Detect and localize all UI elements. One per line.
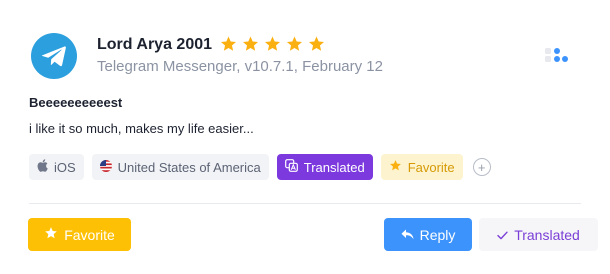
- favorite-tag-label: Favorite: [407, 159, 455, 175]
- check-icon: [497, 227, 508, 243]
- favorite-tag[interactable]: Favorite: [380, 154, 463, 180]
- star-icon: [389, 159, 402, 175]
- review-body: i like it so much, makes my life easier.…: [29, 121, 254, 136]
- star-icon: [307, 35, 326, 53]
- star-icon: [44, 226, 58, 243]
- review-title: Beeeeeeeeeest: [29, 95, 123, 110]
- translated-button[interactable]: Translated: [479, 218, 598, 251]
- us-flag-icon: [99, 159, 112, 175]
- favorite-button-label: Favorite: [64, 226, 115, 243]
- add-tag-button[interactable]: +: [472, 158, 491, 176]
- telegram-icon: [31, 33, 77, 79]
- star-rating: [219, 35, 326, 53]
- tag-row: iOS United States of America Translated …: [29, 154, 491, 180]
- platform-label: iOS: [54, 159, 76, 175]
- divider: [29, 203, 581, 204]
- star-icon: [285, 35, 304, 53]
- review-meta: Telegram Messenger, v10.7.1, February 12: [97, 58, 383, 75]
- review-card: Lord Arya 2001 Telegram Messenger, v10.7…: [0, 0, 610, 274]
- grid-icon[interactable]: [541, 43, 569, 67]
- reply-icon: [401, 227, 414, 243]
- platform-tag[interactable]: iOS: [29, 154, 84, 180]
- apple-icon: [37, 159, 48, 175]
- reply-button-label: Reply: [419, 226, 456, 243]
- favorite-button[interactable]: Favorite: [28, 218, 131, 251]
- reply-button[interactable]: Reply: [384, 218, 472, 251]
- star-icon: [241, 35, 260, 53]
- star-icon: [263, 35, 282, 53]
- reviewer-name: Lord Arya 2001: [97, 36, 213, 53]
- translate-icon: [284, 159, 298, 175]
- star-icon: [219, 35, 238, 53]
- country-tag[interactable]: United States of America: [91, 154, 269, 180]
- translated-tag[interactable]: Translated: [276, 154, 373, 180]
- country-label: United States of America: [117, 159, 261, 175]
- translated-button-label: Translated: [514, 226, 580, 243]
- translated-tag-label: Translated: [303, 159, 365, 175]
